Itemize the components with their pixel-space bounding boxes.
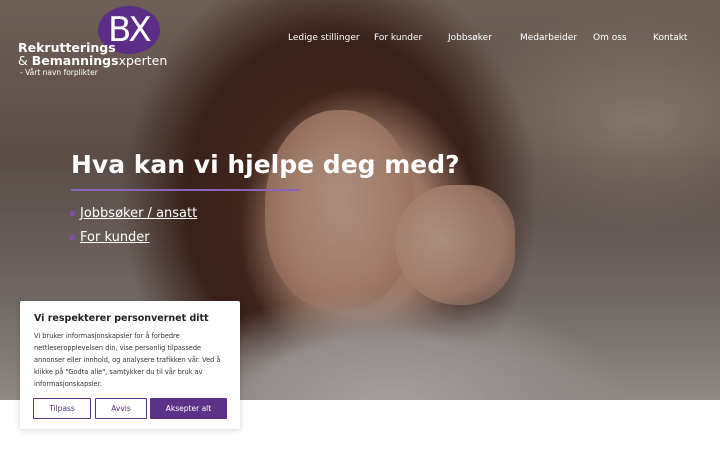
- logo-line2-suffix: xperten: [118, 53, 168, 68]
- page: BX Rekrutterings & Bemanningsxperten - V…: [0, 0, 720, 450]
- logo-line2-bold: Bemannings: [31, 53, 119, 68]
- site-logo[interactable]: BX Rekrutterings & Bemanningsxperten - V…: [18, 6, 167, 77]
- logo-line2-prefix: &: [18, 53, 32, 68]
- hero-link-for-kunder[interactable]: For kunder: [70, 230, 150, 245]
- cookie-consent-banner: Vi respekterer personvernet ditt Vi bruk…: [20, 301, 240, 429]
- cookie-title: Vi respekterer personvernet ditt: [34, 313, 209, 324]
- logo-tagline: - Vårt navn forplikter: [20, 68, 98, 77]
- nav-jobbsoker[interactable]: Jobbsøker: [448, 33, 492, 43]
- headline-underline: [71, 189, 300, 191]
- cookie-description: Vi bruker informasjonskapsler for å forb…: [34, 332, 221, 388]
- cookie-customize-button[interactable]: Tilpass: [33, 398, 91, 419]
- hero-link-label: For kunder: [80, 230, 150, 245]
- square-bullet-icon: [70, 211, 75, 216]
- hero-headline: Hva kan vi hjelpe deg med?: [71, 150, 460, 179]
- nav-for-kunder[interactable]: For kunder: [374, 33, 422, 43]
- nav-om-oss[interactable]: Om oss: [593, 33, 627, 43]
- square-bullet-icon: [70, 235, 75, 240]
- cookie-accept-all-button[interactable]: Aksepter alt: [150, 398, 227, 419]
- logo-text-line2: & Bemanningsxperten: [18, 53, 167, 68]
- nav-medarbeider[interactable]: Medarbeider: [520, 33, 577, 43]
- cookie-reject-button[interactable]: Avvis: [95, 398, 147, 419]
- nav-ledige-stillinger[interactable]: Ledige stillinger: [288, 33, 360, 43]
- nav-kontakt[interactable]: Kontakt: [653, 33, 687, 43]
- hero-link-jobbsoker[interactable]: Jobbsøker / ansatt: [70, 206, 197, 221]
- hero-link-label: Jobbsøker / ansatt: [80, 206, 198, 221]
